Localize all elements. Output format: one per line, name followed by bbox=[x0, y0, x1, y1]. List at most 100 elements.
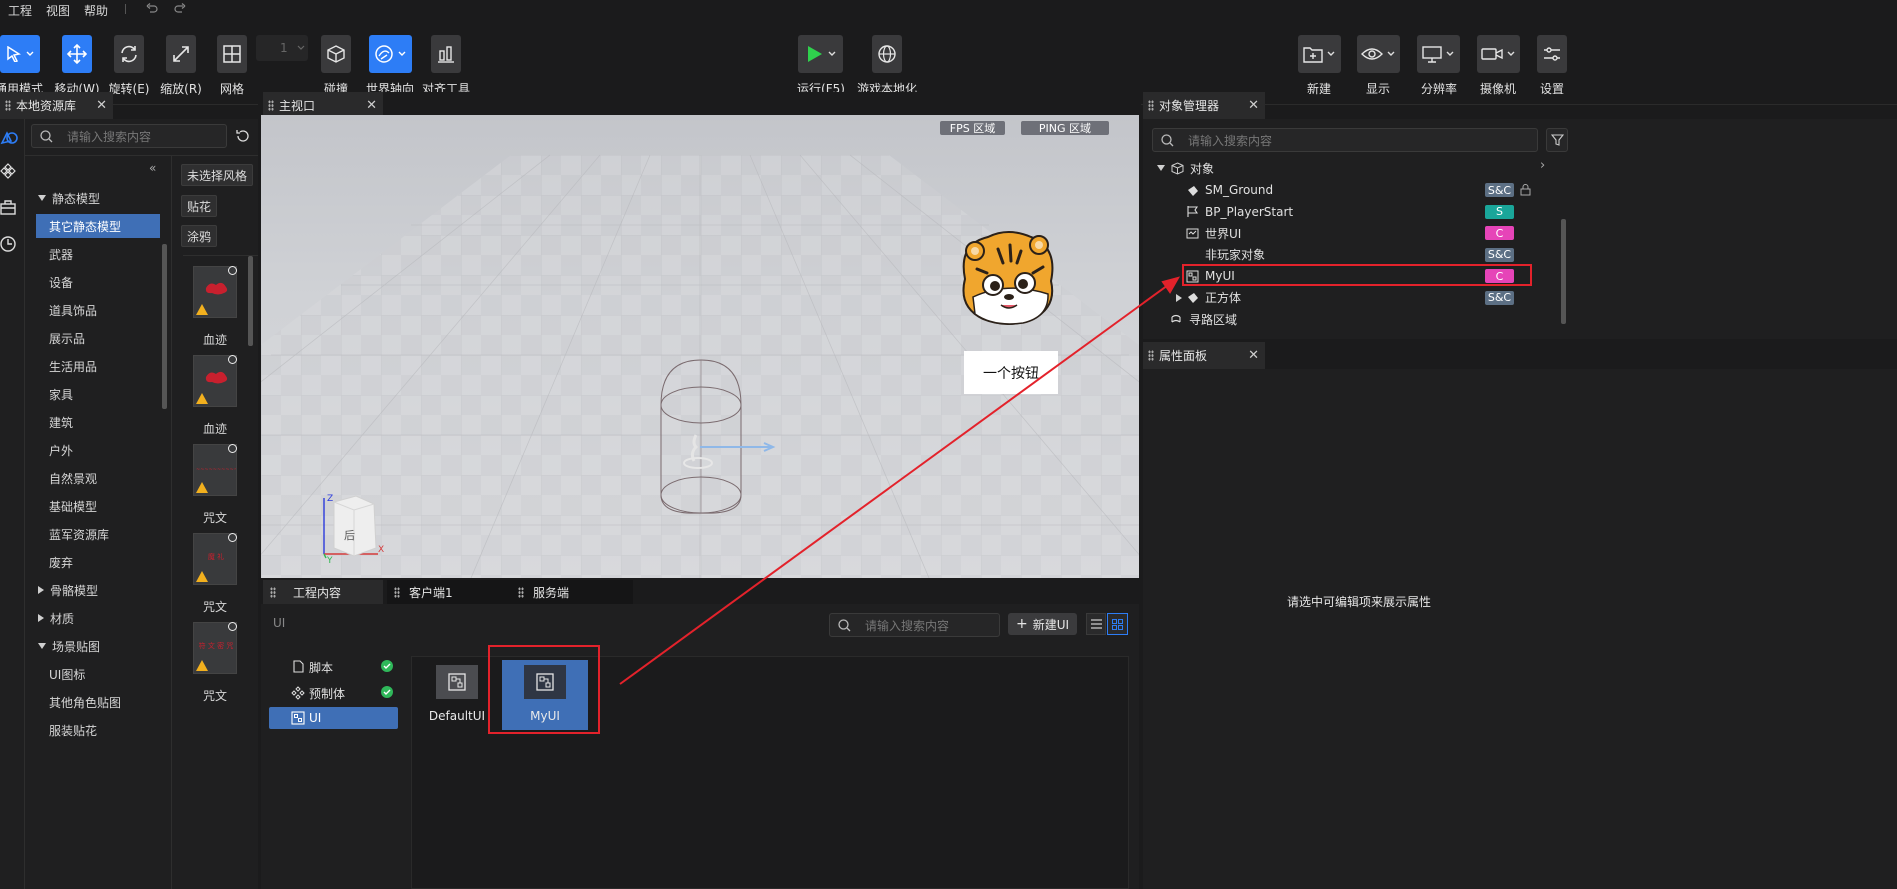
category-group[interactable]: 材质 bbox=[36, 606, 160, 630]
category-item[interactable]: 服装贴花 bbox=[36, 718, 160, 742]
category-item[interactable]: 家具 bbox=[36, 382, 160, 406]
expand-arrow-icon[interactable] bbox=[38, 586, 44, 594]
camera-button[interactable] bbox=[1477, 35, 1520, 73]
tree-item-ui[interactable]: UI bbox=[269, 707, 398, 729]
object-search-input[interactable]: 请输入搜索内容 bbox=[1152, 128, 1538, 152]
menu-view[interactable]: 视图 bbox=[46, 2, 70, 19]
tab-object-manager[interactable]: 对象管理器 ✕ bbox=[1143, 92, 1265, 119]
chevron-down-icon bbox=[1387, 51, 1395, 56]
object-manager-panel: 请输入搜索内容 bbox=[1143, 119, 1897, 339]
style-tag[interactable]: 贴花 bbox=[181, 195, 218, 217]
category-item[interactable]: 户外 bbox=[36, 438, 160, 462]
asset-thumbnail[interactable]: 魔 礼 bbox=[193, 533, 237, 585]
style-tag[interactable]: 未选择风格 bbox=[181, 164, 254, 186]
toolbox-icon[interactable] bbox=[0, 199, 16, 215]
object-scrollbar[interactable] bbox=[1561, 219, 1566, 324]
expand-arrow-icon[interactable] bbox=[1157, 165, 1165, 171]
shapes-icon[interactable] bbox=[0, 127, 18, 145]
resolution-button[interactable] bbox=[1417, 35, 1460, 73]
select-mode-button[interactable] bbox=[0, 35, 40, 73]
drag-grip-icon[interactable] bbox=[1148, 100, 1154, 111]
category-scrollbar[interactable] bbox=[162, 244, 167, 409]
redo-icon[interactable] bbox=[174, 3, 186, 13]
category-item[interactable]: 展示品 bbox=[36, 326, 160, 350]
category-item[interactable]: 蓝军资源库 bbox=[36, 522, 160, 546]
tree-item-prefab[interactable]: 预制体 bbox=[269, 682, 398, 704]
collapse-icon[interactable]: « bbox=[149, 161, 156, 175]
asset-thumbnail[interactable] bbox=[193, 355, 237, 407]
resolution-label: 分辨率 bbox=[1420, 82, 1458, 96]
new-button[interactable] bbox=[1298, 35, 1341, 73]
category-item[interactable]: 生活用品 bbox=[36, 354, 160, 378]
category-group[interactable]: 场景贴图 bbox=[36, 634, 160, 658]
category-item[interactable]: 道具饰品 bbox=[36, 298, 160, 322]
tree-item-script[interactable]: 脚本 bbox=[269, 656, 398, 678]
world-axis-button[interactable] bbox=[369, 35, 412, 73]
rotate-button[interactable] bbox=[114, 35, 144, 73]
preview-icon[interactable] bbox=[228, 444, 237, 453]
asset-thumbnail[interactable]: ~~~~~~~~~~~~ bbox=[193, 444, 237, 496]
expand-arrow-icon[interactable] bbox=[38, 195, 46, 201]
move-button[interactable] bbox=[62, 35, 92, 73]
asset-thumbnail[interactable] bbox=[193, 266, 237, 318]
object-root[interactable]: 对象 bbox=[1157, 158, 1214, 178]
preview-icon[interactable] bbox=[228, 355, 237, 364]
component-icon[interactable] bbox=[0, 163, 16, 179]
drag-grip-icon[interactable] bbox=[270, 587, 276, 598]
style-tag[interactable]: 涂鸦 bbox=[181, 225, 218, 247]
align-tool-button[interactable] bbox=[431, 35, 461, 73]
drag-grip-icon[interactable] bbox=[268, 100, 274, 111]
drag-grip-icon[interactable] bbox=[394, 587, 400, 598]
category-item[interactable]: 武器 bbox=[36, 242, 160, 266]
category-item[interactable]: 废弃 bbox=[36, 550, 160, 574]
menu-help[interactable]: 帮助 bbox=[84, 2, 108, 19]
scale-button[interactable] bbox=[166, 35, 196, 73]
tab-local-assets[interactable]: 本地资源库 ✕ bbox=[0, 92, 113, 119]
thumbnail-scrollbar[interactable] bbox=[248, 256, 253, 346]
close-icon[interactable]: ✕ bbox=[1248, 348, 1259, 363]
highlight-box-myui-object bbox=[1182, 264, 1532, 286]
object-row[interactable]: 世界UI bbox=[1186, 223, 1241, 243]
asset-thumbnail[interactable]: 符 文 密 咒 bbox=[193, 622, 237, 674]
display-button[interactable] bbox=[1357, 35, 1400, 73]
grid-size-select[interactable]: 1 bbox=[256, 35, 308, 61]
category-group[interactable]: 静态模型 bbox=[36, 186, 160, 210]
history-clock-icon[interactable] bbox=[0, 236, 16, 252]
run-button[interactable] bbox=[798, 35, 843, 73]
drag-grip-icon[interactable] bbox=[518, 587, 524, 598]
preview-icon[interactable] bbox=[228, 266, 237, 275]
object-row[interactable]: SM_Ground bbox=[1186, 180, 1273, 200]
category-item[interactable]: 其它静态模型 bbox=[36, 214, 160, 238]
close-icon[interactable]: ✕ bbox=[1248, 98, 1259, 113]
expand-arrow-icon[interactable] bbox=[38, 643, 46, 649]
menu-project[interactable]: 工程 bbox=[8, 2, 32, 19]
chevron-right-icon[interactable]: › bbox=[1540, 158, 1545, 173]
refresh-icon[interactable] bbox=[236, 129, 249, 142]
close-icon[interactable]: ✕ bbox=[96, 98, 107, 113]
asset-search-input[interactable]: 请输入搜索内容 bbox=[31, 124, 227, 148]
drag-grip-icon[interactable] bbox=[5, 100, 11, 111]
category-item[interactable]: 自然景观 bbox=[36, 466, 160, 490]
collision-button[interactable] bbox=[321, 35, 351, 73]
grid-icon bbox=[223, 45, 241, 63]
category-item[interactable]: 其他角色贴图 bbox=[36, 690, 160, 714]
localize-button[interactable] bbox=[872, 35, 902, 73]
category-group[interactable]: 骨骼模型 bbox=[36, 578, 160, 602]
undo-icon[interactable] bbox=[146, 3, 158, 13]
expand-arrow-icon[interactable] bbox=[38, 614, 44, 622]
settings-button[interactable] bbox=[1537, 35, 1567, 73]
category-item[interactable]: UI图标 bbox=[36, 662, 160, 686]
object-name: 正方体 bbox=[1205, 291, 1242, 305]
close-icon[interactable]: ✕ bbox=[366, 98, 377, 113]
category-item[interactable]: 设备 bbox=[36, 270, 160, 294]
tab-client[interactable]: 客户端1 bbox=[387, 580, 511, 604]
preview-icon[interactable] bbox=[228, 622, 237, 631]
object-row[interactable]: BP_PlayerStart bbox=[1186, 202, 1293, 222]
category-item[interactable]: 建筑 bbox=[36, 410, 160, 434]
category-item[interactable]: 基础模型 bbox=[36, 494, 160, 518]
preview-icon[interactable] bbox=[228, 533, 237, 542]
grid-button[interactable] bbox=[217, 35, 247, 73]
tab-project-content[interactable]: 工程内容 bbox=[263, 580, 383, 604]
lock-icon[interactable] bbox=[1520, 183, 1531, 196]
filter-button[interactable] bbox=[1546, 128, 1568, 152]
